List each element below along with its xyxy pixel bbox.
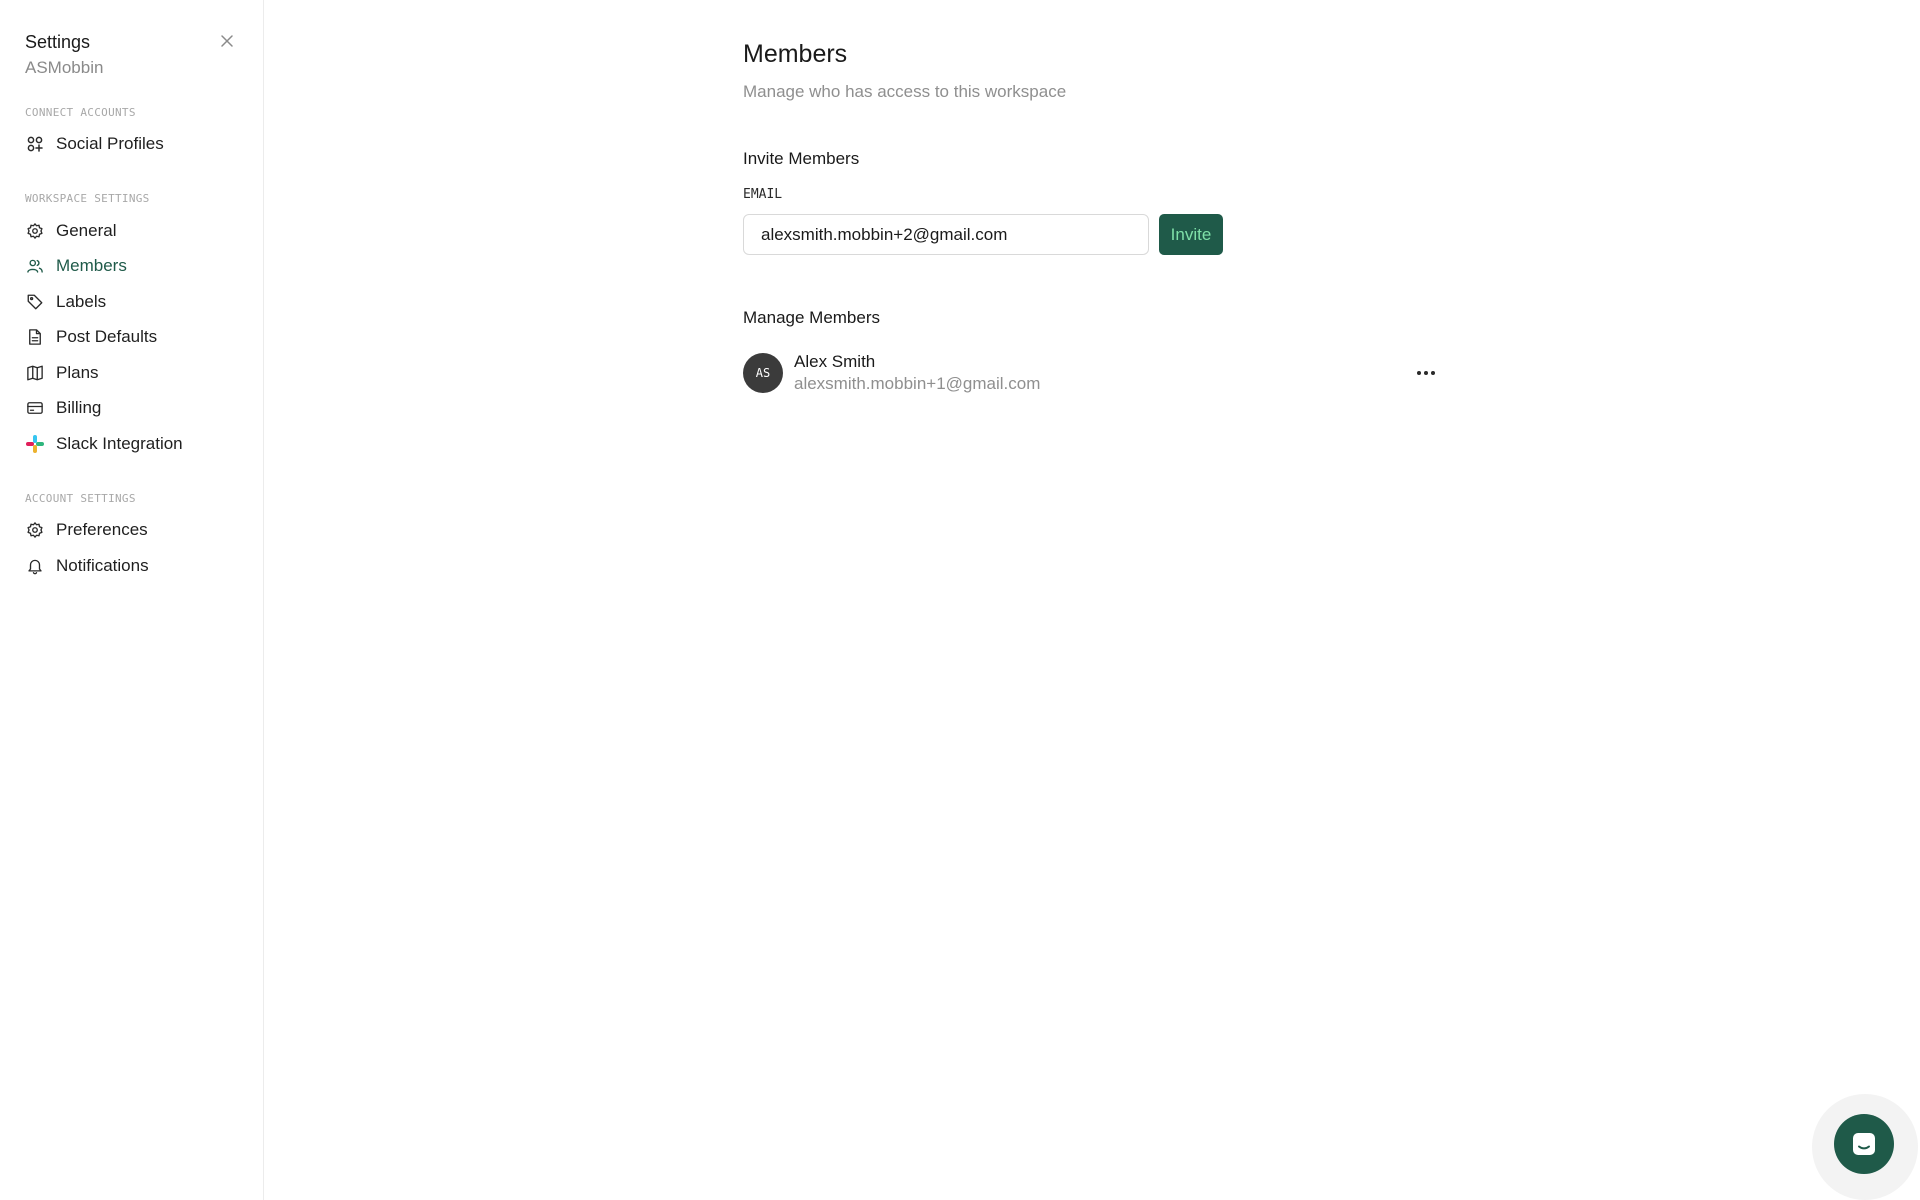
map-icon [25, 363, 45, 383]
section-account-settings: ACCOUNT SETTINGS [25, 492, 136, 505]
sidebar-item-label: Labels [56, 292, 107, 311]
sidebar-item-plans[interactable]: Plans [25, 358, 245, 388]
sidebar-item-general[interactable]: General [25, 216, 245, 246]
sidebar-item-label: Slack Integration [56, 434, 183, 453]
gear-icon [25, 520, 45, 540]
sidebar-item-label: Social Profiles [56, 134, 164, 153]
tag-icon [25, 292, 45, 312]
page-subtitle: Manage who has access to this workspace [743, 82, 1067, 101]
chat-icon [1853, 1133, 1875, 1155]
member-row: AS Alex Smith alexsmith.mobbin+1@gmail.c… [743, 350, 1443, 396]
sidebar-item-label: Billing [56, 398, 102, 417]
more-horizontal-icon [1417, 371, 1435, 375]
sidebar-item-social-profiles[interactable]: Social Profiles [25, 129, 245, 159]
chat-launcher-button[interactable] [1834, 1114, 1894, 1174]
sidebar-item-label: Members [56, 256, 127, 275]
workspace-name: ASMobbin [25, 58, 104, 77]
sidebar-item-billing[interactable]: Billing [25, 393, 245, 423]
manage-members-heading: Manage Members [743, 308, 881, 327]
email-field[interactable] [743, 214, 1149, 255]
sidebar-item-label: General [56, 221, 117, 240]
sidebar-item-members[interactable]: Members [25, 251, 245, 281]
member-name: Alex Smith [794, 352, 876, 371]
sidebar-item-preferences[interactable]: Preferences [25, 515, 245, 545]
sidebar-item-label: Notifications [56, 556, 149, 575]
member-actions-button[interactable] [1413, 360, 1439, 386]
close-icon [221, 35, 233, 47]
bell-icon [25, 556, 45, 576]
sidebar-item-notifications[interactable]: Notifications [25, 551, 245, 581]
sidebar-item-slack-integration[interactable]: Slack Integration [25, 429, 245, 459]
sidebar-item-post-defaults[interactable]: Post Defaults [25, 322, 245, 352]
sidebar-item-label: Preferences [56, 520, 148, 539]
page-title: Members [743, 40, 848, 68]
settings-sidebar: Settings ASMobbin CONNECT ACCOUNTS Socia… [0, 0, 264, 1200]
section-connect-accounts: CONNECT ACCOUNTS [25, 106, 136, 119]
sidebar-item-label: Post Defaults [56, 327, 158, 346]
credit-card-icon [25, 398, 45, 418]
users-icon [25, 256, 45, 276]
section-workspace-settings: WORKSPACE SETTINGS [25, 192, 150, 205]
avatar: AS [743, 353, 783, 393]
invite-members-heading: Invite Members [743, 149, 860, 168]
sidebar-item-label: Plans [56, 363, 99, 382]
email-field-label: EMAIL [743, 187, 783, 202]
member-email: alexsmith.mobbin+1@gmail.com [794, 374, 1041, 393]
social-profiles-icon [25, 134, 45, 154]
document-icon [25, 327, 45, 347]
slack-icon [25, 434, 45, 454]
invite-button[interactable]: Invite [1159, 214, 1223, 255]
sidebar-item-labels[interactable]: Labels [25, 287, 245, 317]
sidebar-title: Settings [25, 32, 91, 52]
gear-icon [25, 221, 45, 241]
close-button[interactable] [216, 30, 238, 52]
